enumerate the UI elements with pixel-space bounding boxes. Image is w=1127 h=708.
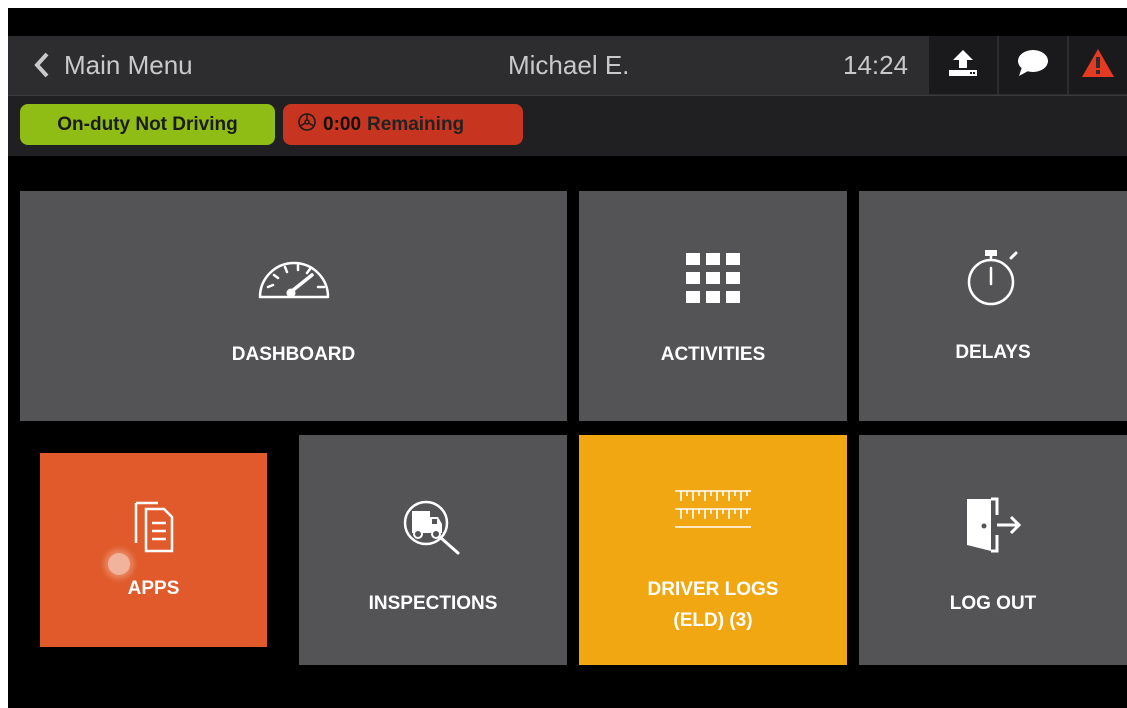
documents-icon — [40, 495, 267, 553]
driver-logs-label-line2: (ELD) (3) — [673, 610, 753, 631]
dashboard-label: DASHBOARD — [231, 344, 356, 365]
log-out-tile[interactable]: LOG OUT — [859, 435, 1127, 665]
driver-name: Michael E. — [508, 50, 630, 80]
steering-wheel-icon — [297, 112, 317, 138]
warning-triangle-icon — [1081, 48, 1115, 83]
inspections-tile[interactable]: INSPECTIONS — [299, 435, 567, 665]
activities-label: ACTIVITIES — [660, 344, 766, 365]
apps-tile[interactable]: APPS — [40, 453, 267, 647]
touch-indicator — [108, 553, 130, 575]
activities-tile[interactable]: ACTIVITIES — [579, 191, 847, 421]
alert-button[interactable] — [1069, 36, 1127, 94]
apps-label: APPS — [127, 578, 180, 599]
duty-status-badge[interactable]: On-duty Not Driving — [20, 104, 275, 145]
status-bar: On-duty Not Driving 0:00 Remaining — [8, 96, 1127, 156]
inspections-label: INSPECTIONS — [368, 593, 498, 614]
dashboard-tile[interactable]: DASHBOARD — [20, 191, 567, 421]
remaining-time-value: 0:00 — [323, 113, 362, 135]
upload-button[interactable] — [929, 36, 997, 94]
chevron-left-icon — [34, 52, 50, 78]
back-button[interactable]: Main Menu — [34, 50, 193, 80]
grid-icon — [579, 253, 847, 303]
truck-search-icon — [299, 497, 567, 557]
app-screen: Main Menu Michael E. 14:24 On-duty Not D… — [8, 8, 1127, 708]
upload-icon — [946, 48, 980, 83]
driver-logs-tile[interactable]: DRIVER LOGS (ELD) (3) — [579, 435, 847, 665]
back-label: Main Menu — [64, 49, 193, 80]
delays-label: DELAYS — [955, 342, 1031, 363]
exit-door-icon — [859, 495, 1127, 555]
log-ruler-icon — [579, 487, 847, 533]
remaining-time-badge[interactable]: 0:00 Remaining — [283, 104, 523, 145]
clock-time: 14:24 — [843, 50, 909, 80]
log-out-label: LOG OUT — [949, 593, 1037, 614]
delays-tile[interactable]: DELAYS — [859, 191, 1127, 421]
chat-bubble-icon — [1016, 48, 1050, 83]
speedometer-icon — [20, 253, 567, 303]
top-bar: Main Menu Michael E. 14:24 — [8, 36, 1127, 96]
stopwatch-icon — [859, 246, 1127, 308]
driver-logs-label-line1: DRIVER LOGS — [647, 579, 779, 600]
message-button[interactable] — [999, 36, 1067, 94]
duty-status-label: On-duty Not Driving — [57, 113, 238, 135]
remaining-time-label: Remaining — [367, 113, 465, 135]
